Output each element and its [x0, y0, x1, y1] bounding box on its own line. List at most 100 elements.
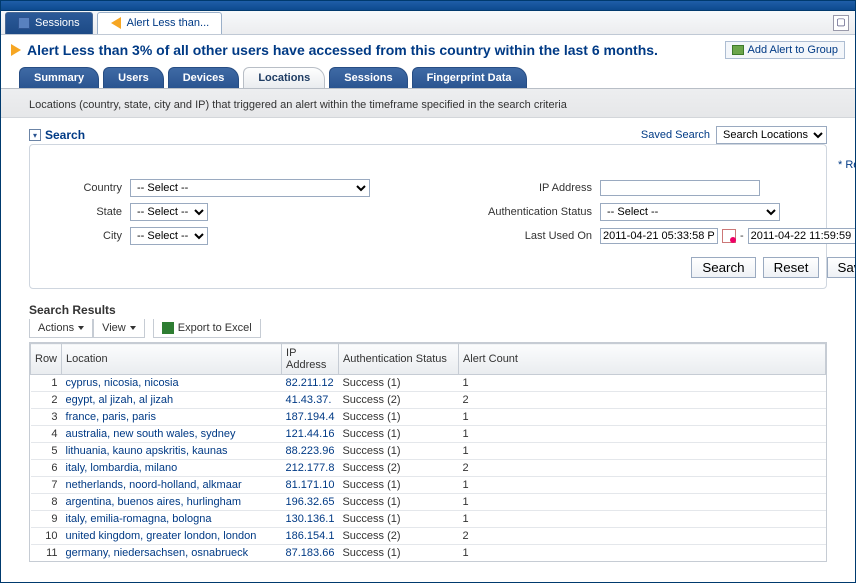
city-select[interactable]: -- Select --	[130, 227, 208, 245]
cell-ip[interactable]: 121.44.16	[282, 426, 339, 443]
results-table: Row Location IP Address Authentication S…	[30, 343, 826, 562]
table-row[interactable]: 2egypt, al jizah, al jizah41.43.37.Succe…	[31, 392, 826, 409]
cell-location[interactable]: argentina, buenos aires, hurlingham	[62, 494, 282, 511]
cell-ip[interactable]: 187.194.4	[282, 409, 339, 426]
calendar-from-icon[interactable]	[722, 229, 736, 243]
subtab-fingerprint[interactable]: Fingerprint Data	[412, 67, 527, 88]
col-auth[interactable]: Authentication Status	[338, 344, 458, 375]
search-form: Required Country -- Select -- IP Address…	[29, 144, 827, 289]
alert-icon	[111, 17, 121, 29]
last-used-to-input[interactable]	[748, 228, 855, 244]
auth-status-select[interactable]: -- Select --	[600, 203, 780, 221]
subtab-summary[interactable]: Summary	[19, 67, 99, 88]
cell-location[interactable]: australia, new south wales, sydney	[62, 426, 282, 443]
table-header-row: Row Location IP Address Authentication S…	[31, 344, 826, 375]
top-blue-bar	[1, 1, 855, 11]
table-row[interactable]: 1cyprus, nicosia, nicosia82.211.12Succes…	[31, 375, 826, 392]
table-row[interactable]: 10united kingdom, greater london, london…	[31, 528, 826, 545]
subtab-devices[interactable]: Devices	[168, 67, 240, 88]
cell-auth: Success (1)	[338, 426, 458, 443]
cell-alert-count: 1	[458, 426, 825, 443]
table-row[interactable]: 6italy, lombardia, milano212.177.8Succes…	[31, 460, 826, 477]
save-search-button[interactable]: Save...	[827, 257, 856, 278]
col-location[interactable]: Location	[62, 344, 282, 375]
search-button[interactable]: Search	[691, 257, 755, 278]
required-indicator: Required	[40, 159, 855, 171]
search-panel-title: Search	[45, 128, 85, 142]
cell-location[interactable]: united kingdom, greater london, london	[62, 528, 282, 545]
cell-alert-count: 1	[458, 562, 825, 563]
subtab-users[interactable]: Users	[103, 67, 164, 88]
col-ip[interactable]: IP Address	[282, 344, 339, 375]
saved-search-label: Saved Search	[641, 129, 710, 141]
results-table-container[interactable]: Row Location IP Address Authentication S…	[29, 342, 827, 562]
col-alert-count[interactable]: Alert Count	[458, 344, 825, 375]
view-menu[interactable]: View	[93, 319, 145, 338]
table-row[interactable]: 7netherlands, noord-holland, alkmaar81.1…	[31, 477, 826, 494]
cell-location[interactable]: germany, hessen, frankfurt am main	[62, 562, 282, 563]
cell-row-num: 12	[31, 562, 62, 563]
saved-search-select[interactable]: Search Locations	[716, 126, 827, 144]
workspace-tabs: Sessions Alert Less than... ▢	[1, 11, 855, 35]
alert-triangle-icon	[11, 44, 21, 56]
actions-menu[interactable]: Actions	[29, 319, 93, 338]
cell-ip[interactable]: 82.211.12	[282, 375, 339, 392]
cell-auth: Success (1)	[338, 443, 458, 460]
table-row[interactable]: 12germany, hessen, frankfurt am main54.1…	[31, 562, 826, 563]
state-label: State	[40, 206, 130, 218]
cell-ip[interactable]: 212.177.8	[282, 460, 339, 477]
cell-location[interactable]: italy, emilia-romagna, bologna	[62, 511, 282, 528]
sessions-icon	[18, 17, 30, 29]
subtab-sessions[interactable]: Sessions	[329, 67, 407, 88]
cell-auth: Success (2)	[338, 460, 458, 477]
cell-ip[interactable]: 196.32.65	[282, 494, 339, 511]
cell-location[interactable]: netherlands, noord-holland, alkmaar	[62, 477, 282, 494]
cell-ip[interactable]: 130.136.1	[282, 511, 339, 528]
cell-location[interactable]: cyprus, nicosia, nicosia	[62, 375, 282, 392]
export-excel-button[interactable]: Export to Excel	[153, 319, 261, 338]
tab-alert[interactable]: Alert Less than...	[97, 12, 223, 34]
table-row[interactable]: 9italy, emilia-romagna, bologna130.136.1…	[31, 511, 826, 528]
add-alert-to-group-button[interactable]: Add Alert to Group	[725, 41, 846, 59]
date-separator: -	[740, 230, 744, 242]
table-row[interactable]: 11germany, niedersachsen, osnabrueck87.1…	[31, 545, 826, 562]
cell-location[interactable]: france, paris, paris	[62, 409, 282, 426]
state-select[interactable]: -- Select --	[130, 203, 208, 221]
table-row[interactable]: 5lithuania, kauno apskritis, kaunas88.22…	[31, 443, 826, 460]
table-row[interactable]: 3france, paris, paris187.194.4Success (1…	[31, 409, 826, 426]
cell-location[interactable]: italy, lombardia, milano	[62, 460, 282, 477]
cell-row-num: 4	[31, 426, 62, 443]
reset-button[interactable]: Reset	[763, 257, 820, 278]
cell-row-num: 7	[31, 477, 62, 494]
last-used-from-input[interactable]	[600, 228, 718, 244]
cell-ip[interactable]: 88.223.96	[282, 443, 339, 460]
page-header: Alert Less than 3% of all other users ha…	[1, 35, 855, 63]
content-scroll[interactable]: ▾ Search Saved Search Search Locations R…	[1, 118, 855, 582]
cell-ip[interactable]: 41.43.37.	[282, 392, 339, 409]
results-toolbar: Actions View Export to Excel	[29, 319, 827, 338]
cell-ip[interactable]: 54.108.2	[282, 562, 339, 563]
ip-input[interactable]	[600, 180, 760, 196]
collapse-search-toggle[interactable]: ▾	[29, 129, 41, 141]
cell-location[interactable]: germany, niedersachsen, osnabrueck	[62, 545, 282, 562]
cell-ip[interactable]: 81.171.10	[282, 477, 339, 494]
cell-ip[interactable]: 186.154.1	[282, 528, 339, 545]
cell-alert-count: 1	[458, 443, 825, 460]
close-tab-button[interactable]: ▢	[833, 15, 849, 31]
excel-icon	[162, 322, 174, 334]
table-row[interactable]: 4australia, new south wales, sydney121.4…	[31, 426, 826, 443]
table-row[interactable]: 8argentina, buenos aires, hurlingham196.…	[31, 494, 826, 511]
chevron-down-icon	[78, 326, 84, 330]
subtab-locations[interactable]: Locations	[243, 67, 325, 88]
tab-sessions-label: Sessions	[35, 17, 80, 29]
cell-auth: Success (1)	[338, 494, 458, 511]
country-select[interactable]: -- Select --	[130, 179, 370, 197]
detail-tabs: Summary Users Devices Locations Sessions…	[1, 63, 855, 89]
tab-sessions[interactable]: Sessions	[5, 12, 93, 34]
cell-alert-count: 1	[458, 375, 825, 392]
cell-location[interactable]: egypt, al jizah, al jizah	[62, 392, 282, 409]
cell-ip[interactable]: 87.183.66	[282, 545, 339, 562]
cell-location[interactable]: lithuania, kauno apskritis, kaunas	[62, 443, 282, 460]
col-row[interactable]: Row	[31, 344, 62, 375]
cell-alert-count: 2	[458, 528, 825, 545]
